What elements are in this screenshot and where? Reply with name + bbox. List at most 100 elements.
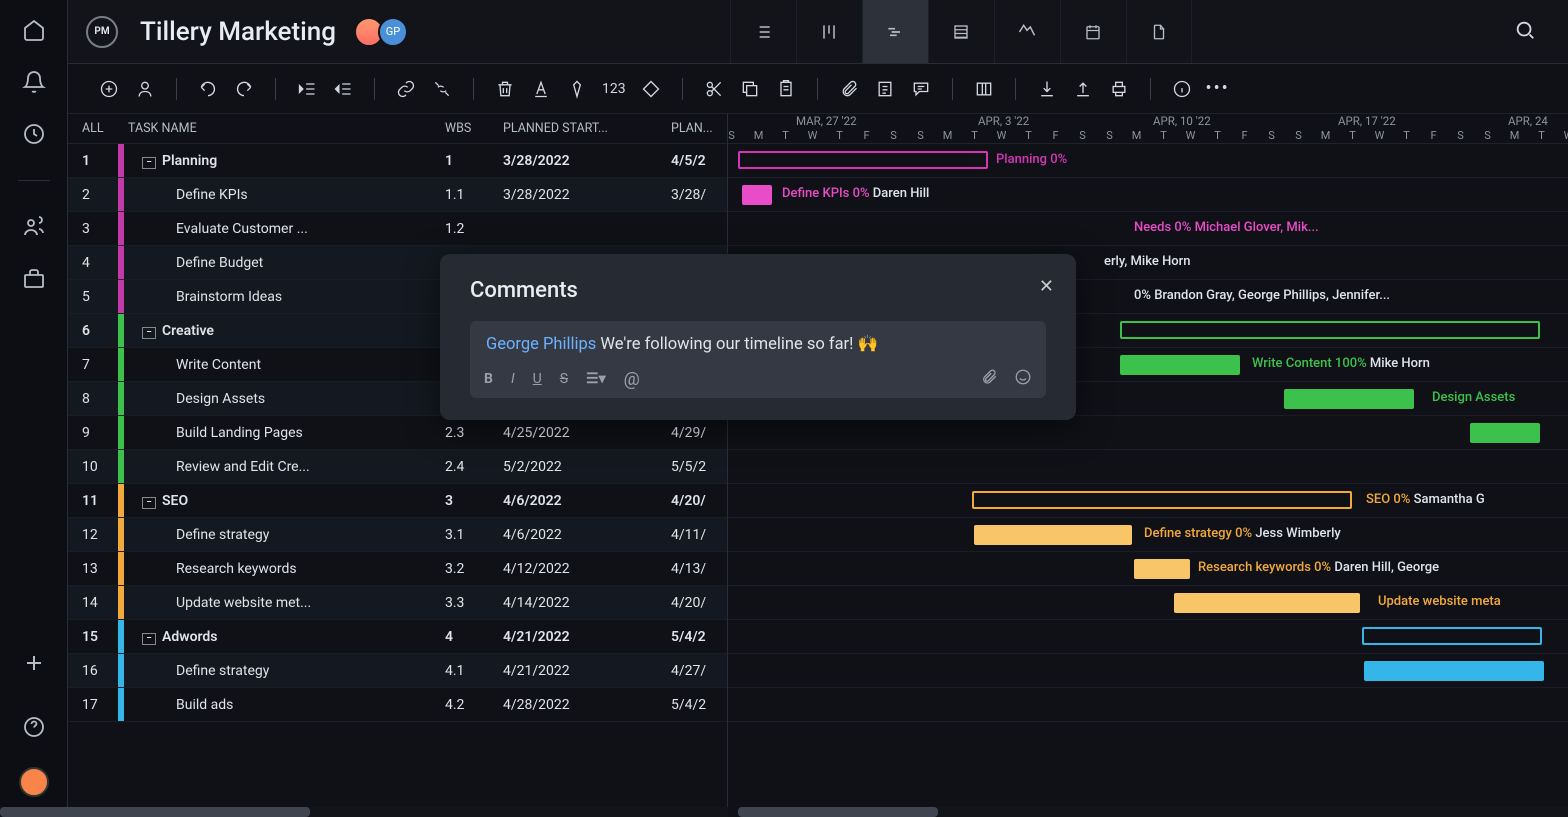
outdent-icon[interactable]: [296, 78, 318, 100]
gantt-label: Needs 0% Michael Glover, Mik...: [1134, 220, 1319, 235]
gantt-bar[interactable]: [1174, 593, 1360, 613]
task-row[interactable]: 2Define KPIs1.13/28/20223/28/: [68, 178, 727, 212]
text-color-icon[interactable]: [530, 78, 552, 100]
col-wbs[interactable]: WBS: [445, 121, 503, 136]
link-icon[interactable]: [395, 78, 417, 100]
col-planned-end[interactable]: PLAN...: [671, 121, 727, 136]
gantt-bar[interactable]: [1120, 321, 1540, 339]
gantt-bar[interactable]: [738, 151, 988, 169]
info-icon[interactable]: [1171, 78, 1193, 100]
content: ALL TASK NAME WBS PLANNED START... PLAN.…: [68, 114, 1568, 817]
number-label[interactable]: 123: [602, 78, 626, 100]
comment-input[interactable]: George Phillips We're following our time…: [470, 321, 1046, 398]
mention[interactable]: George Phillips: [486, 335, 596, 354]
view-tabs: [730, 0, 1192, 63]
unlink-icon[interactable]: [431, 78, 453, 100]
gantt-bar[interactable]: [974, 525, 1132, 545]
assign-icon[interactable]: [134, 78, 156, 100]
user-avatar[interactable]: [19, 767, 49, 797]
comment-tools: B I U S ☰▾ @: [484, 362, 1032, 392]
strike-icon[interactable]: S: [560, 371, 568, 387]
add-icon[interactable]: [98, 78, 120, 100]
avatar-group[interactable]: GP: [360, 17, 408, 47]
toggle-icon[interactable]: −: [142, 633, 156, 645]
toggle-icon[interactable]: −: [142, 327, 156, 339]
task-row[interactable]: 14Update website met...3.34/14/20224/20/: [68, 586, 727, 620]
col-all[interactable]: ALL: [68, 121, 118, 136]
help-icon[interactable]: [22, 715, 46, 739]
undo-icon[interactable]: [197, 78, 219, 100]
print-icon[interactable]: [1108, 78, 1130, 100]
home-icon[interactable]: [22, 18, 46, 42]
cut-icon[interactable]: [703, 78, 725, 100]
gantt-bar[interactable]: [1362, 627, 1542, 645]
task-row[interactable]: 3Evaluate Customer ...1.2: [68, 212, 727, 246]
task-row[interactable]: 17Build ads4.24/28/20225/4/2: [68, 688, 727, 722]
search-icon[interactable]: [1514, 19, 1550, 45]
gantt-label: Update website meta: [1378, 594, 1501, 609]
emoji-icon[interactable]: [1014, 368, 1032, 390]
toggle-icon[interactable]: −: [142, 157, 156, 169]
task-row[interactable]: 11−SEO34/6/20224/20/: [68, 484, 727, 518]
export-icon[interactable]: [1072, 78, 1094, 100]
diamond-icon[interactable]: [566, 78, 588, 100]
gantt-bar[interactable]: [1284, 389, 1414, 409]
copy-icon[interactable]: [739, 78, 761, 100]
col-task-name[interactable]: TASK NAME: [118, 121, 445, 136]
indent-icon[interactable]: [332, 78, 354, 100]
view-calendar-icon[interactable]: [1060, 0, 1126, 63]
task-row[interactable]: 10Review and Edit Cre...2.45/2/20225/5/2: [68, 450, 727, 484]
task-row[interactable]: 15−Adwords44/21/20225/4/2: [68, 620, 727, 654]
list-icon[interactable]: ☰▾: [586, 371, 606, 387]
gantt-bar[interactable]: [972, 491, 1352, 509]
bell-icon[interactable]: [22, 70, 46, 94]
people-icon[interactable]: [22, 215, 46, 239]
import-icon[interactable]: [1036, 78, 1058, 100]
paste-icon[interactable]: [775, 78, 797, 100]
more-icon[interactable]: •••: [1207, 78, 1229, 100]
view-gantt-icon[interactable]: [862, 0, 928, 63]
clock-icon[interactable]: [22, 122, 46, 146]
toggle-icon[interactable]: −: [142, 497, 156, 509]
gantt-label: Research keywords 0% Daren Hill, George: [1198, 560, 1439, 575]
view-sheet-icon[interactable]: [928, 0, 994, 63]
milestone-icon[interactable]: [640, 78, 662, 100]
gantt-label: 0% Brandon Gray, George Phillips, Jennif…: [1134, 288, 1390, 303]
comment-text[interactable]: George Phillips We're following our time…: [484, 331, 1032, 362]
task-row[interactable]: 16Define strategy4.14/21/20224/27/: [68, 654, 727, 688]
col-planned-start[interactable]: PLANNED START...: [503, 121, 671, 136]
note-icon[interactable]: [874, 78, 896, 100]
gantt-bar[interactable]: [1120, 355, 1240, 375]
task-row[interactable]: 13Research keywords3.24/12/20224/13/: [68, 552, 727, 586]
redo-icon[interactable]: [233, 78, 255, 100]
comment-icon[interactable]: [910, 78, 932, 100]
gantt-body[interactable]: Planning 0%Define KPIs 0% Daren HillNeed…: [728, 144, 1568, 722]
task-row[interactable]: 12Define strategy3.14/6/20224/11/: [68, 518, 727, 552]
gantt-bar[interactable]: [1364, 661, 1544, 681]
gantt-bar[interactable]: [742, 185, 772, 205]
gantt-bar[interactable]: [1470, 423, 1540, 443]
delete-icon[interactable]: [494, 78, 516, 100]
view-file-icon[interactable]: [1126, 0, 1192, 63]
gantt-scrollbar[interactable]: [738, 807, 1568, 817]
bold-icon[interactable]: B: [484, 371, 493, 387]
attach-icon[interactable]: [980, 368, 998, 390]
gantt-label: Write Content 100% Mike Horn: [1252, 356, 1430, 371]
underline-icon[interactable]: U: [533, 371, 542, 387]
italic-icon[interactable]: I: [511, 371, 515, 387]
columns-icon[interactable]: [973, 78, 995, 100]
task-row[interactable]: 9Build Landing Pages2.34/25/20224/29/: [68, 416, 727, 450]
close-icon[interactable]: ✕: [1039, 276, 1054, 297]
gantt-bar[interactable]: [1134, 559, 1190, 579]
mention-icon[interactable]: @: [624, 369, 640, 390]
view-list-icon[interactable]: [730, 0, 796, 63]
app-logo[interactable]: PM: [86, 16, 118, 48]
left-rail: [0, 0, 68, 817]
attach-icon[interactable]: [838, 78, 860, 100]
plus-icon[interactable]: [22, 651, 46, 675]
briefcase-icon[interactable]: [22, 267, 46, 291]
task-row[interactable]: 1−Planning13/28/20224/5/2: [68, 144, 727, 178]
view-board-icon[interactable]: [796, 0, 862, 63]
avatar-user-2[interactable]: GP: [378, 17, 408, 47]
view-dashboard-icon[interactable]: [994, 0, 1060, 63]
